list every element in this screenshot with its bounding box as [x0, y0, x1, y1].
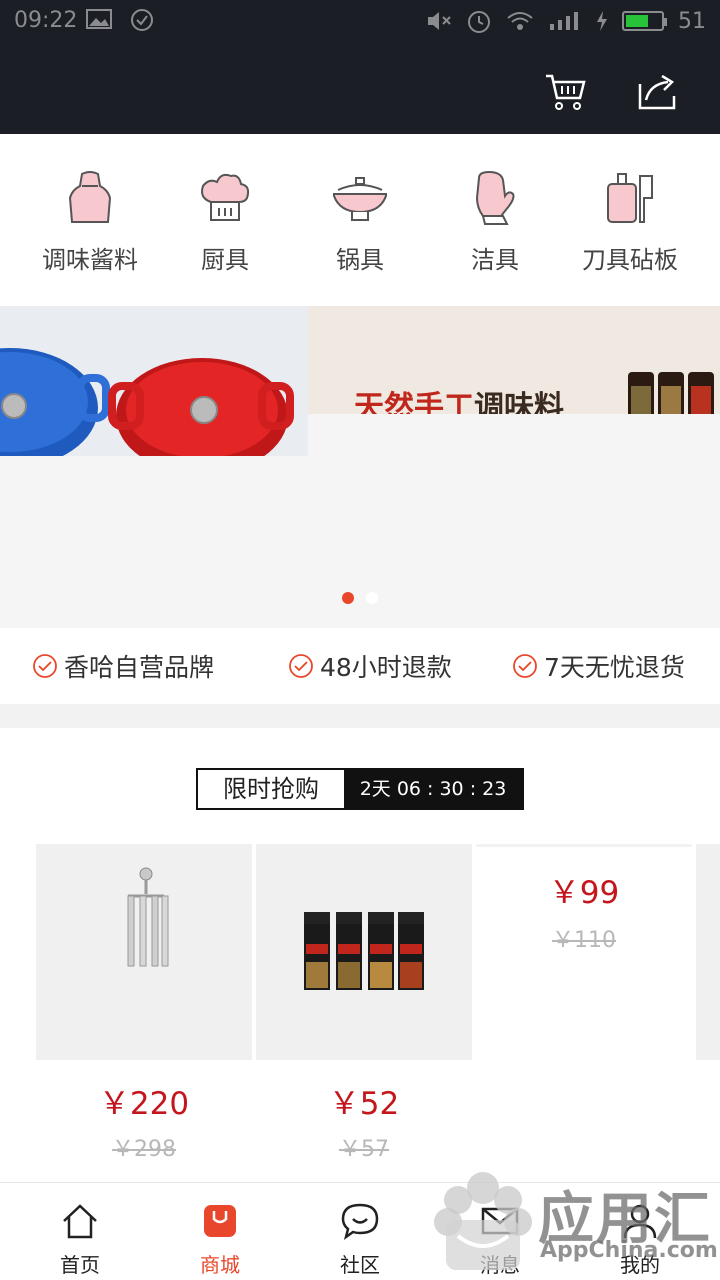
category-cleaning[interactable]: 洁具 [425, 168, 565, 275]
category-grid: 调味酱料 厨具 锅具 洁具 刀具砧板 [0, 134, 720, 306]
battery-level: 51 [678, 8, 706, 34]
guarantee-label: 48小时退款 [320, 653, 452, 682]
check-circle-icon [289, 654, 313, 678]
check-circle-status-icon [131, 9, 153, 31]
category-label: 调味酱料 [42, 246, 138, 274]
category-knives[interactable]: 刀具砧板 [560, 168, 700, 275]
guarantee-bar: 香哈自营品牌 48小时退款 7天无忧退货 [0, 628, 720, 704]
glove-icon [475, 170, 515, 225]
flash-sale-title: 限时抢购 [198, 770, 344, 808]
cart-icon[interactable] [544, 70, 588, 114]
banner-headline-dark: 调味料 [474, 390, 564, 414]
category-label: 刀具砧板 [582, 246, 678, 274]
spice-jar-image [658, 372, 684, 414]
nav-label: 社区 [340, 1253, 380, 1277]
mail-icon [481, 1207, 519, 1235]
bottom-nav: 首页 商城 社区 消息 我的 [0, 1182, 720, 1280]
banner-pagination [342, 592, 378, 604]
chat-bubble-icon [341, 1203, 379, 1240]
product-card[interactable]: ￥99 ￥110 [476, 844, 692, 1060]
nav-profile[interactable]: 我的 [580, 1201, 700, 1278]
product-card-partial[interactable] [696, 844, 720, 1060]
product-card[interactable]: ￥220 ￥298 [36, 844, 252, 1163]
nav-messages[interactable]: 消息 [440, 1201, 560, 1278]
guarantee-item: 48小时退款 [288, 648, 452, 684]
check-circle-icon [513, 654, 537, 678]
promo-banner[interactable]: 天然手工调味料 [0, 306, 720, 628]
apron-icon [68, 171, 112, 223]
banner-headline: 天然手工调味料 [354, 382, 564, 414]
product-price: ￥99 [548, 875, 620, 911]
nav-community[interactable]: 社区 [300, 1201, 420, 1278]
nav-shop[interactable]: 商城 [160, 1201, 280, 1278]
top-bar: 09:22 51 [0, 0, 720, 134]
spice-jars-illustration [304, 912, 424, 990]
product-card[interactable]: ￥52 ￥57 [256, 844, 472, 1163]
spice-jar-image [628, 372, 654, 414]
share-icon[interactable] [636, 70, 680, 114]
banner-image-cookware[interactable] [0, 306, 308, 456]
guarantee-item: 7天无忧退货 [512, 648, 685, 684]
signal-icon [550, 12, 578, 30]
flash-sale-header: 限时抢购 2天 06 : 30 : 23 [196, 768, 524, 810]
shop-bag-icon [204, 1205, 236, 1237]
pot-icon [333, 177, 387, 221]
nav-label: 消息 [480, 1253, 520, 1277]
pagination-dot-active[interactable] [342, 592, 354, 604]
utensil-holder-illustration [127, 867, 169, 967]
category-label: 锅具 [336, 246, 384, 274]
product-price: ￥220 [98, 1086, 190, 1122]
home-icon [63, 1204, 97, 1239]
guarantee-label: 香哈自营品牌 [64, 653, 215, 682]
profile-icon [623, 1204, 657, 1239]
flash-sale-countdown: 2天 06 : 30 : 23 [344, 770, 522, 808]
alarm-icon [468, 11, 490, 33]
product-image [36, 844, 252, 1060]
nav-home[interactable]: 首页 [20, 1201, 140, 1278]
product-image [256, 844, 472, 1060]
spice-jar-image [688, 372, 714, 414]
status-time: 09:22 [14, 8, 78, 33]
battery-icon [622, 11, 667, 31]
product-old-price: ￥57 [339, 1137, 389, 1162]
dutch-oven-illustration [0, 348, 294, 456]
guarantee-label: 7天无忧退货 [544, 653, 685, 682]
category-label: 厨具 [201, 246, 249, 274]
wifi-icon [507, 12, 533, 30]
chef-hat-icon [201, 173, 250, 221]
banner-headline-red: 天然手工 [354, 390, 474, 414]
nav-label: 我的 [620, 1253, 660, 1277]
category-label: 洁具 [471, 246, 519, 274]
status-bar: 09:22 51 [0, 0, 720, 44]
product-old-price: ￥110 [552, 928, 616, 953]
nav-label: 商城 [200, 1253, 240, 1277]
flash-sale-section: 限时抢购 2天 06 : 30 : 23 ￥220 ￥298 ￥52 ￥57 ￥… [0, 728, 720, 1188]
check-circle-icon [33, 654, 57, 678]
category-utensils[interactable]: 厨具 [155, 168, 295, 275]
category-pots[interactable]: 锅具 [290, 168, 430, 275]
banner-image-spices[interactable]: 天然手工调味料 [308, 306, 720, 414]
guarantee-item: 香哈自营品牌 [32, 648, 214, 684]
knife-board-icon [607, 173, 653, 223]
pagination-dot[interactable] [366, 592, 378, 604]
product-price: ￥52 [328, 1086, 400, 1122]
nav-label: 首页 [60, 1253, 100, 1277]
charging-icon [597, 11, 607, 31]
category-sauces[interactable]: 调味酱料 [20, 168, 160, 275]
mute-icon [428, 12, 451, 30]
product-old-price: ￥298 [112, 1137, 176, 1162]
image-notification-icon [86, 9, 112, 29]
